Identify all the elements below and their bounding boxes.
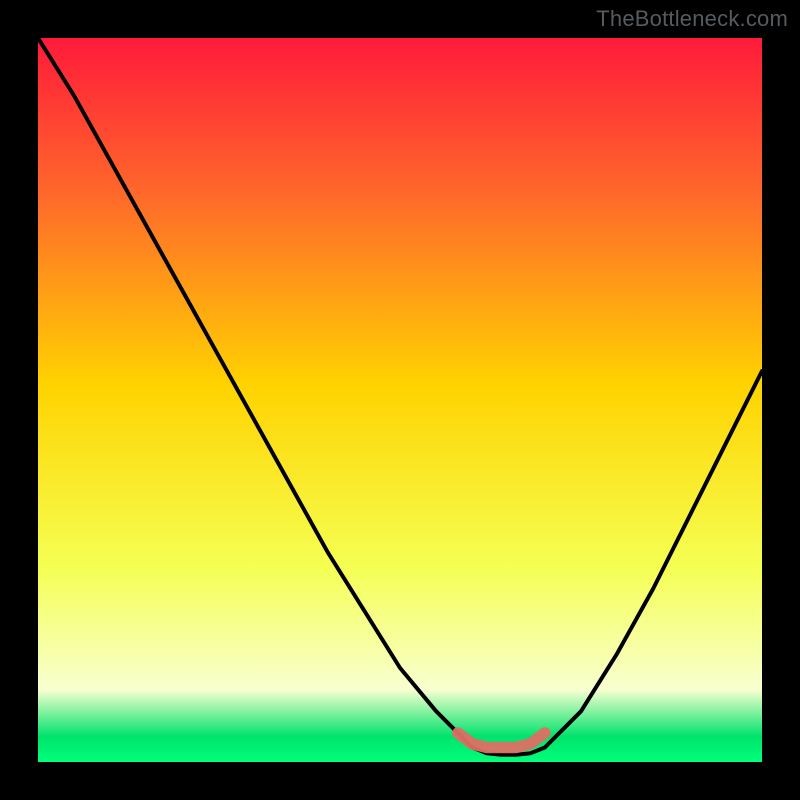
site-credit: TheBottleneck.com xyxy=(596,6,788,32)
plot-svg xyxy=(38,38,762,762)
plot-background xyxy=(38,38,762,762)
plot-area xyxy=(38,38,762,762)
chart-frame: TheBottleneck.com xyxy=(0,0,800,800)
